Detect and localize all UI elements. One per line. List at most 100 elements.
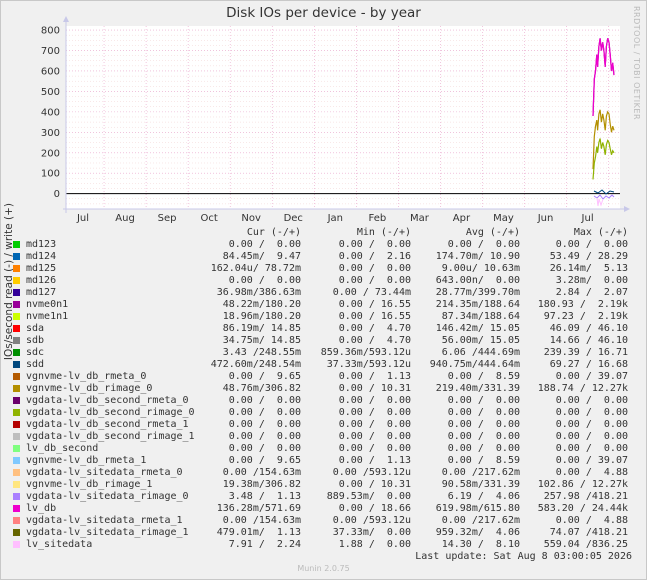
legend-value-min: 0.00 / 1.13: [338, 371, 411, 382]
legend-value-cur: 0.00 / 9.65: [228, 455, 301, 466]
legend-value-cur: 48.76m/306.82: [222, 383, 301, 394]
legend-value-cur: 3.43 /248.55m: [222, 347, 301, 358]
x-tick-label: Sep: [158, 213, 177, 224]
legend-row-md123: md123 0.00 / 0.00 0.00 / 0.00 0.00 / 0.00 0.…: [0, 239, 647, 251]
legend-value-cur: 136.28m/571.69: [216, 503, 301, 514]
legend-row-nvme1n1: nvme1n1 18.96m/180.20 0.00 / 16.55 87.34m/1…: [0, 311, 647, 323]
legend-series-name: nvme0n1: [26, 299, 69, 310]
legend-value-max: 239.39 / 16.71: [543, 347, 628, 358]
legend-swatch: [13, 433, 20, 440]
legend-series-name: sdd: [26, 359, 45, 370]
legend-series-name: vgnvme-lv_db_rmeta_1: [26, 455, 147, 466]
legend-header-cur: Cur (-/+): [246, 227, 301, 238]
legend-series-name: md123: [26, 239, 57, 250]
legend-row-vgdata-lv-db-second-rmeta-1: vgdata-lv_db_second_rmeta_1 0.00 / 0.00 0.…: [0, 419, 647, 431]
legend-value-min: 0.00 / 16.55: [338, 299, 411, 310]
legend-value-cur: 0.00 / 0.00: [228, 395, 301, 406]
legend-series-name: vgdata-lv_sitedata_rimage_1: [26, 527, 189, 538]
legend-swatch: [13, 481, 20, 488]
legend-value-avg: 174.70m/ 10.90: [435, 251, 520, 262]
legend-series-name: vgdata-lv_sitedata_rmeta_0: [26, 467, 183, 478]
legend-value-cur: 0.00 / 0.00: [228, 443, 301, 454]
legend-value-avg: 0.00 / 0.00: [447, 239, 520, 250]
legend-row-vgdata-lv-db-second-rimage-1: vgdata-lv_db_second_rimage_1 0.00 / 0.00 0…: [0, 431, 647, 443]
y-tick-label: 400: [41, 107, 60, 118]
legend-value-cur: 86.19m/ 14.85: [222, 323, 301, 334]
legend-swatch: [13, 361, 20, 368]
legend-value-min: 37.33m/593.12u: [326, 359, 411, 370]
legend-value-min: 859.36m/593.12u: [320, 347, 411, 358]
legend-value-cur: 18.96m/180.20: [222, 311, 301, 322]
legend-value-min: 0.00 / 4.70: [338, 323, 411, 334]
legend-row-vgdata-lv-db-second-rimage-0: vgdata-lv_db_second_rimage_0 0.00 / 0.00 0…: [0, 407, 647, 419]
legend-value-cur: 19.38m/306.82: [222, 479, 301, 490]
legend-swatch: [13, 457, 20, 464]
legend-value-min: 0.00 /593.12u: [332, 467, 411, 478]
legend-value-min: 889.53m/ 0.00: [326, 491, 411, 502]
legend-value-min: 0.00 / 16.55: [338, 311, 411, 322]
legend-value-avg: 56.00m/ 15.05: [441, 335, 520, 346]
legend-value-max: 0.00 / 39.07: [555, 371, 628, 382]
legend-value-avg: 0.00 /217.62m: [441, 515, 520, 526]
legend-row-md124: md124 84.45m/ 9.47 0.00 / 2.16 174.70m/ 10.…: [0, 251, 647, 263]
legend-series-name: nvme1n1: [26, 311, 69, 322]
legend-swatch: [13, 469, 20, 476]
legend-row-md126: md126 0.00 / 0.00 0.00 / 0.00 643.00n/ 0.00…: [0, 275, 647, 287]
legend-swatch: [13, 421, 20, 428]
y-tick-label: 300: [41, 128, 60, 139]
legend-series-name: sda: [26, 323, 45, 334]
last-update: Last update: Sat Aug 8 03:00:05 2026: [415, 551, 632, 562]
legend-series-name: lv_db: [26, 503, 57, 514]
legend-row-sdd: sdd 472.60m/248.54m 37.33m/593.12u 940.75m/…: [0, 359, 647, 371]
legend-value-cur: 34.75m/ 14.85: [222, 335, 301, 346]
legend-swatch: [13, 325, 20, 332]
x-tick-label: Dec: [284, 213, 303, 224]
legend-row-sdb: sdb 34.75m/ 14.85 0.00 / 4.70 56.00m/ 15.05…: [0, 335, 647, 347]
legend-series-name: sdc: [26, 347, 45, 358]
legend-value-max: 97.23 / 2.19k: [543, 311, 628, 322]
legend-series-name: md127: [26, 287, 57, 298]
legend-value-min: 0.00 / 1.13: [338, 455, 411, 466]
legend-row-vgdata-lv-sitedata-rimage-0: vgdata-lv_sitedata_rimage_0 3.48 / 1.13 88…: [0, 491, 647, 503]
legend-value-min: 1.88 / 0.00: [338, 539, 411, 550]
legend-value-avg: 0.00 / 8.59: [447, 371, 520, 382]
legend-value-max: 0.00 / 0.00: [555, 431, 628, 442]
legend-series-name: md124: [26, 251, 57, 262]
legend-value-avg: 14.30 / 8.10: [441, 539, 520, 550]
legend-row-lv-db-second: lv_db_second 0.00 / 0.00 0.00 / 0.00 0.00 /…: [0, 443, 647, 455]
legend-value-max: 3.28m/ 0.00: [555, 275, 628, 286]
legend-value-avg: 0.00 /217.62m: [441, 467, 520, 478]
legend-row-vgdata-lv-sitedata-rimage-1: vgdata-lv_sitedata_rimage_1 479.01m/ 1.13…: [0, 527, 647, 539]
legend-value-avg: 0.00 / 8.59: [447, 455, 520, 466]
legend-value-min: 0.00 / 73.44m: [332, 287, 411, 298]
legend-swatch: [13, 409, 20, 416]
legend-series-name: vgdata-lv_db_second_rimage_0: [26, 407, 195, 418]
legend-value-min: 0.00 / 0.00: [338, 275, 411, 286]
legend-header-avg: Avg (-/+): [465, 227, 520, 238]
legend-value-avg: 959.32m/ 4.06: [435, 527, 520, 538]
legend-row-sda: sda 86.19m/ 14.85 0.00 / 4.70 146.42m/ 15.0…: [0, 323, 647, 335]
plot-area: [66, 26, 620, 209]
legend-row-vgnvme-lv-db-rimage-0: vgnvme-lv_db_rimage_0 48.76m/306.82 0.00 /…: [0, 383, 647, 395]
legend-swatch: [13, 277, 20, 284]
legend-value-cur: 0.00 / 0.00: [228, 407, 301, 418]
legend-value-max: 2.84 / 2.07: [555, 287, 628, 298]
legend-value-min: 0.00 / 0.00: [338, 395, 411, 406]
legend-value-min: 0.00 / 0.00: [338, 407, 411, 418]
legend-swatch: [13, 397, 20, 404]
legend-value-cur: 472.60m/248.54m: [210, 359, 301, 370]
legend-value-avg: 146.42m/ 15.05: [435, 323, 520, 334]
legend-value-max: 46.09 / 46.10: [549, 323, 628, 334]
legend-value-max: 180.93 / 2.19k: [537, 299, 628, 310]
legend-value-max: 74.07 /418.21: [549, 527, 628, 538]
legend-series-name: vgdata-lv_sitedata_rmeta_1: [26, 515, 183, 526]
legend-value-max: 188.74 / 12.27k: [537, 383, 628, 394]
munin-version: Munin 2.0.75: [297, 564, 350, 573]
legend-value-min: 0.00 / 4.70: [338, 335, 411, 346]
legend-value-max: 0.00 / 0.00: [555, 419, 628, 430]
legend-value-cur: 36.98m/386.63m: [216, 287, 301, 298]
legend-swatch: [13, 529, 20, 536]
legend-value-min: 0.00 / 2.16: [338, 251, 411, 262]
y-tick-label: 200: [41, 148, 60, 159]
legend-row-md125: md125 162.04u/ 78.72m 0.00 / 0.00 9.00u/ 10…: [0, 263, 647, 275]
